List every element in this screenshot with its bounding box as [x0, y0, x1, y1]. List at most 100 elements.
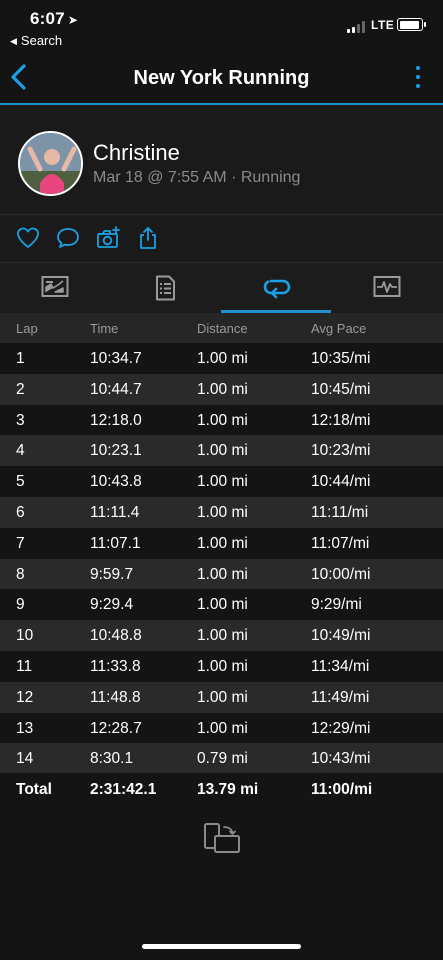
header-lap: Lap — [16, 321, 38, 336]
lap-time: 9:29.4 — [90, 596, 134, 614]
camera-add-icon — [97, 226, 120, 248]
nav-bar: New York Running — [0, 52, 443, 104]
battery-icon — [397, 18, 426, 31]
table-row: 1 10:34.7 1.00 mi 10:35/mi — [0, 343, 443, 374]
comment-button[interactable] — [55, 225, 81, 251]
lap-pace: 10:43/mi — [311, 750, 371, 768]
user-name[interactable]: Christine — [93, 140, 180, 166]
lap-number: 1 — [16, 350, 25, 367]
map-icon — [41, 276, 69, 297]
header-time: Time — [90, 321, 119, 336]
home-indicator[interactable] — [142, 944, 301, 949]
back-to-search-label: Search — [20, 33, 63, 48]
lap-number: 2 — [16, 380, 25, 398]
back-button[interactable] — [4, 60, 40, 96]
lap-distance: 1.00 mi — [197, 657, 248, 675]
lap-time: 8:30.1 — [90, 750, 134, 768]
lap-time: 11:33.8 — [90, 657, 141, 675]
lap-number: 11 — [16, 657, 33, 675]
rotate-landscape-button[interactable] — [202, 822, 242, 856]
lap-distance: 1.00 mi — [197, 719, 248, 737]
location-arrow-icon: ➤ — [67, 13, 79, 27]
laps-table-header: Lap Time Distance Avg Pace — [0, 313, 443, 343]
tab-map[interactable] — [0, 263, 110, 313]
chart-icon — [373, 276, 401, 297]
lap-pace: 11:07/mi — [311, 534, 370, 552]
lap-time: 11:48.8 — [90, 688, 141, 706]
lap-pace: 9:29/mi — [311, 596, 362, 614]
rotate-screen-icon — [204, 823, 240, 853]
table-row: 8 9:59.7 1.00 mi 10:00/mi — [0, 558, 443, 590]
lap-pace: 10:23/mi — [311, 442, 371, 460]
lap-pace: 10:44/mi — [311, 473, 371, 491]
page-title: New York Running — [133, 67, 310, 89]
chevron-left-icon — [11, 64, 26, 90]
lap-pace: 11:49/mi — [311, 688, 370, 706]
like-button[interactable] — [15, 225, 41, 251]
lap-distance: 1.00 mi — [197, 534, 248, 552]
lap-time: 11:11.4 — [90, 503, 140, 521]
social-actions — [0, 215, 443, 263]
heart-icon — [17, 227, 39, 248]
avatar-photo — [20, 133, 81, 194]
lap-distance: 1.00 mi — [197, 380, 248, 398]
table-row: 13 12:28.7 1.00 mi 12:29/mi — [0, 712, 443, 744]
share-button[interactable] — [135, 225, 161, 251]
tab-charts[interactable] — [332, 263, 442, 313]
total-distance: 13.79 mi — [197, 781, 259, 798]
activity-meta: Mar 18 @ 7:55 AM · Running — [93, 169, 301, 186]
lap-time: 11:07.1 — [90, 534, 141, 552]
table-row: 5 10:43.8 1.00 mi 10:44/mi — [0, 466, 443, 497]
lap-time: 12:28.7 — [90, 719, 142, 737]
activity-header: Christine Mar 18 @ 7:55 AM · Running — [0, 105, 443, 215]
lap-number: 10 — [16, 627, 34, 645]
table-row: 10 10:48.8 1.00 mi 10:49/mi — [0, 620, 443, 651]
more-options-button[interactable] — [413, 64, 423, 92]
table-row: 7 11:07.1 1.00 mi 11:07/mi — [0, 527, 443, 559]
total-time: 2:31:42.1 — [90, 781, 157, 798]
lap-pace: 10:35/mi — [311, 350, 371, 367]
lap-time: 10:44.7 — [90, 380, 142, 398]
table-row: 14 8:30.1 0.79 mi 10:43/mi — [0, 743, 443, 775]
table-row: 3 12:18.0 1.00 mi 12:18/mi — [0, 404, 443, 436]
lap-distance: 1.00 mi — [197, 627, 248, 645]
lap-time: 12:18.0 — [90, 411, 142, 429]
lap-distance: 1.00 mi — [197, 596, 248, 614]
lap-number: 9 — [16, 596, 25, 614]
activity-tabs — [0, 263, 443, 313]
lap-pace: 10:00/mi — [311, 565, 371, 583]
lap-number: 6 — [16, 503, 25, 521]
lap-distance: 1.00 mi — [197, 565, 248, 583]
laps-table-body: 1 10:34.7 1.00 mi 10:35/mi 2 10:44.7 1.00 mi 1… — [0, 343, 443, 775]
lap-distance: 1.00 mi — [197, 442, 248, 460]
lap-pace: 12:29/mi — [311, 719, 371, 737]
laps-icon — [263, 279, 291, 299]
table-row: 6 11:11.4 1.00 mi 11:11/mi — [0, 496, 443, 528]
table-row: 11 11:33.8 1.00 mi 11:34/mi — [0, 650, 443, 682]
battery-fill — [399, 20, 419, 29]
laps-total-row: Total 2:31:42.1 13.79 mi 11:00/mi — [0, 773, 443, 804]
lap-number: 7 — [16, 534, 25, 552]
header-avg-pace: Avg Pace — [311, 321, 367, 336]
lap-time: 10:48.8 — [90, 627, 142, 645]
lap-time: 9:59.7 — [90, 565, 134, 583]
lap-pace: 10:45/mi — [311, 380, 371, 398]
table-row: 12 11:48.8 1.00 mi 11:49/mi — [0, 681, 443, 713]
lap-pace: 11:11/mi — [311, 503, 369, 521]
lap-number: 8 — [16, 565, 25, 583]
lap-distance: 0.79 mi — [197, 750, 248, 768]
lap-distance: 1.00 mi — [197, 503, 248, 521]
back-to-search-link[interactable]: ◀ Search — [10, 33, 62, 48]
lap-distance: 1.00 mi — [197, 350, 248, 367]
table-row: 4 10:23.1 1.00 mi 10:23/mi — [0, 435, 443, 467]
total-pace: 11:00/mi — [311, 781, 373, 798]
lap-number: 13 — [16, 719, 34, 737]
lap-pace: 10:49/mi — [311, 627, 371, 645]
tab-laps[interactable] — [221, 263, 331, 313]
add-photo-button[interactable] — [95, 225, 121, 251]
lap-distance: 1.00 mi — [197, 688, 248, 706]
avatar[interactable] — [18, 131, 83, 196]
carrier-label: LTE — [371, 18, 395, 32]
lap-pace: 11:34/mi — [311, 657, 370, 675]
tab-details[interactable] — [110, 263, 220, 313]
